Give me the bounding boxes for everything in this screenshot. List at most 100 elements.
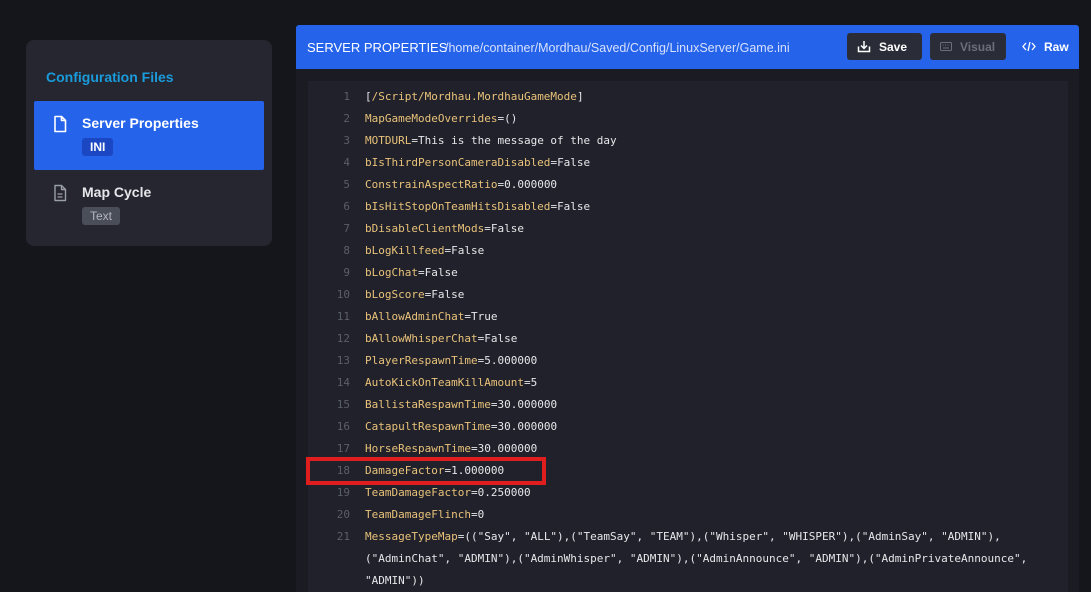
line-number: 20 xyxy=(336,508,350,521)
visual-label: Visual xyxy=(960,39,996,54)
config-key: bLogKillfeed xyxy=(365,244,445,257)
config-key: bAllowWhisperChat xyxy=(365,332,478,345)
config-key: TeamDamageFactor xyxy=(365,486,471,499)
config-key: bIsHitStopOnTeamHitsDisabled xyxy=(365,200,551,213)
config-key: BallistaRespawnTime xyxy=(365,398,491,411)
code-line: 20 TeamDamageFlinch=0 xyxy=(308,504,1068,526)
code-text: bLogChat=False xyxy=(365,262,458,284)
equals-sign: = xyxy=(484,222,491,235)
config-value: This is the message of the day xyxy=(417,134,617,147)
line-number: 8 xyxy=(343,244,350,257)
equals-sign: = xyxy=(523,376,531,389)
code-line: 15 BallistaRespawnTime=30.000000 xyxy=(308,394,1068,416)
config-key: bLogScore xyxy=(365,288,425,301)
code-text: MapGameModeOverrides=() xyxy=(365,108,517,130)
code-text: AutoKickOnTeamKillAmount=5 xyxy=(365,372,537,394)
code-line: 21 MessageTypeMap=(("Say", "ALL"),("TeamS… xyxy=(308,526,1068,548)
equals-sign: = xyxy=(411,134,418,147)
line-number: 4 xyxy=(343,156,350,169)
save-label: Save xyxy=(879,39,908,54)
line-number: 6 xyxy=(343,200,350,213)
code-text: bAllowWhisperChat=False xyxy=(365,328,517,350)
equals-sign: = xyxy=(470,486,478,499)
raw-mode-button[interactable]: Raw xyxy=(1012,33,1069,60)
line-number: 13 xyxy=(336,354,350,367)
config-value: False xyxy=(424,266,458,279)
line-number: 16 xyxy=(336,420,350,433)
file-item-map-cycle[interactable]: Map Cycle Text xyxy=(34,170,264,239)
line-number: 5 xyxy=(343,178,350,191)
code-text: TeamDamageFlinch=0 xyxy=(365,504,484,526)
code-line: 7 bDisableClientMods=False xyxy=(308,218,1068,240)
config-key: MessageTypeMap xyxy=(365,530,458,543)
config-value: ("AdminChat", "ADMIN"),("AdminWhisper", … xyxy=(365,552,1028,565)
config-value: 5.000000 xyxy=(484,354,538,367)
code-text: ("AdminChat", "ADMIN"),("AdminWhisper", … xyxy=(365,548,1027,570)
config-value: 0 xyxy=(477,508,485,521)
raw-label: Raw xyxy=(1044,39,1069,54)
bracket: ] xyxy=(576,90,584,103)
config-value: False xyxy=(490,222,524,235)
line-number: 14 xyxy=(336,376,350,389)
config-value: 0.250000 xyxy=(477,486,531,499)
config-files-sidebar: Configuration Files Server Properties IN… xyxy=(26,40,272,246)
line-number: 2 xyxy=(343,112,350,125)
code-editor: 1 [/Script/Mordhau.MordhauGameMode] 2 MapGa… xyxy=(296,69,1079,592)
config-value: False xyxy=(431,288,465,301)
code-line: 16 CatapultRespawnTime=30.000000 xyxy=(308,416,1068,438)
config-value: False xyxy=(484,332,518,345)
page-title: SERVER PROPERTIES xyxy=(307,40,448,55)
config-key: PlayerRespawnTime xyxy=(365,354,478,367)
line-number: 19 xyxy=(336,486,350,499)
bracket: [ xyxy=(365,90,372,103)
code-line: 3 MOTDURL=This is the message of the day xyxy=(308,130,1068,152)
code-text: bIsHitStopOnTeamHitsDisabled=False xyxy=(365,196,590,218)
code-line: 12 bAllowWhisperChat=False xyxy=(308,328,1068,350)
line-number: 15 xyxy=(336,398,350,411)
code-text: MOTDURL=This is the message of the day xyxy=(365,130,617,152)
file-icon xyxy=(52,115,68,133)
code-text: CatapultRespawnTime=30.000000 xyxy=(365,416,557,438)
file-path: /home/container/Mordhau/Saved/Config/Lin… xyxy=(445,41,790,55)
line-number: 9 xyxy=(343,266,350,279)
highlight-annotation xyxy=(306,457,546,485)
code-line: 14 AutoKickOnTeamKillAmount=5 xyxy=(308,372,1068,394)
save-button[interactable]: Save xyxy=(847,33,922,60)
code-line: 10 bLogScore=False xyxy=(308,284,1068,306)
file-item-server-properties[interactable]: Server Properties INI xyxy=(34,101,264,170)
code-text: bLogScore=False xyxy=(365,284,464,306)
config-value: 0.000000 xyxy=(504,178,558,191)
equals-sign: = xyxy=(464,310,471,323)
config-value: False xyxy=(557,156,591,169)
code-text: BallistaRespawnTime=30.000000 xyxy=(365,394,557,416)
line-number: 3 xyxy=(343,134,350,147)
code-text: bIsThirdPersonCameraDisabled=False xyxy=(365,152,590,174)
config-value: 30.000000 xyxy=(497,420,558,433)
config-value: "ADMIN")) xyxy=(365,574,425,587)
code-text: PlayerRespawnTime=5.000000 xyxy=(365,350,537,372)
config-value: 30.000000 xyxy=(497,398,558,411)
file-name: Map Cycle xyxy=(82,184,152,200)
line-number: 7 xyxy=(343,222,350,235)
config-key: bIsThirdPersonCameraDisabled xyxy=(365,156,551,169)
file-name: Server Properties xyxy=(82,115,199,131)
config-value: (("Say", "ALL"),("TeamSay", "TEAM"),("Wh… xyxy=(464,530,1001,543)
code-text: bAllowAdminChat=True xyxy=(365,306,497,328)
sidebar-title: Configuration Files xyxy=(46,69,174,85)
code-text: "ADMIN")) xyxy=(365,570,425,592)
code-line: 13 PlayerRespawnTime=5.000000 xyxy=(308,350,1068,372)
file-type-badge: Text xyxy=(82,207,121,225)
config-key: HorseRespawnTime xyxy=(365,442,471,455)
code-line: 8 bLogKillfeed=False xyxy=(308,240,1068,262)
line-number: 1 xyxy=(343,90,350,103)
equals-sign: = xyxy=(470,442,478,455)
code-editor-content[interactable]: 1 [/Script/Mordhau.MordhauGameMode] 2 MapGa… xyxy=(308,81,1068,592)
editor-header: SERVER PROPERTIES /home/container/Mordha… xyxy=(296,25,1079,69)
line-number: 11 xyxy=(336,310,350,323)
code-text: [/Script/Mordhau.MordhauGameMode] xyxy=(365,86,584,108)
code-line: 4 bIsThirdPersonCameraDisabled=False xyxy=(308,152,1068,174)
code-line: 5 ConstrainAspectRatio=0.000000 xyxy=(308,174,1068,196)
config-key: bAllowAdminChat xyxy=(365,310,465,323)
config-key: MOTDURL xyxy=(365,134,412,147)
visual-mode-button[interactable]: Visual xyxy=(930,33,1006,60)
